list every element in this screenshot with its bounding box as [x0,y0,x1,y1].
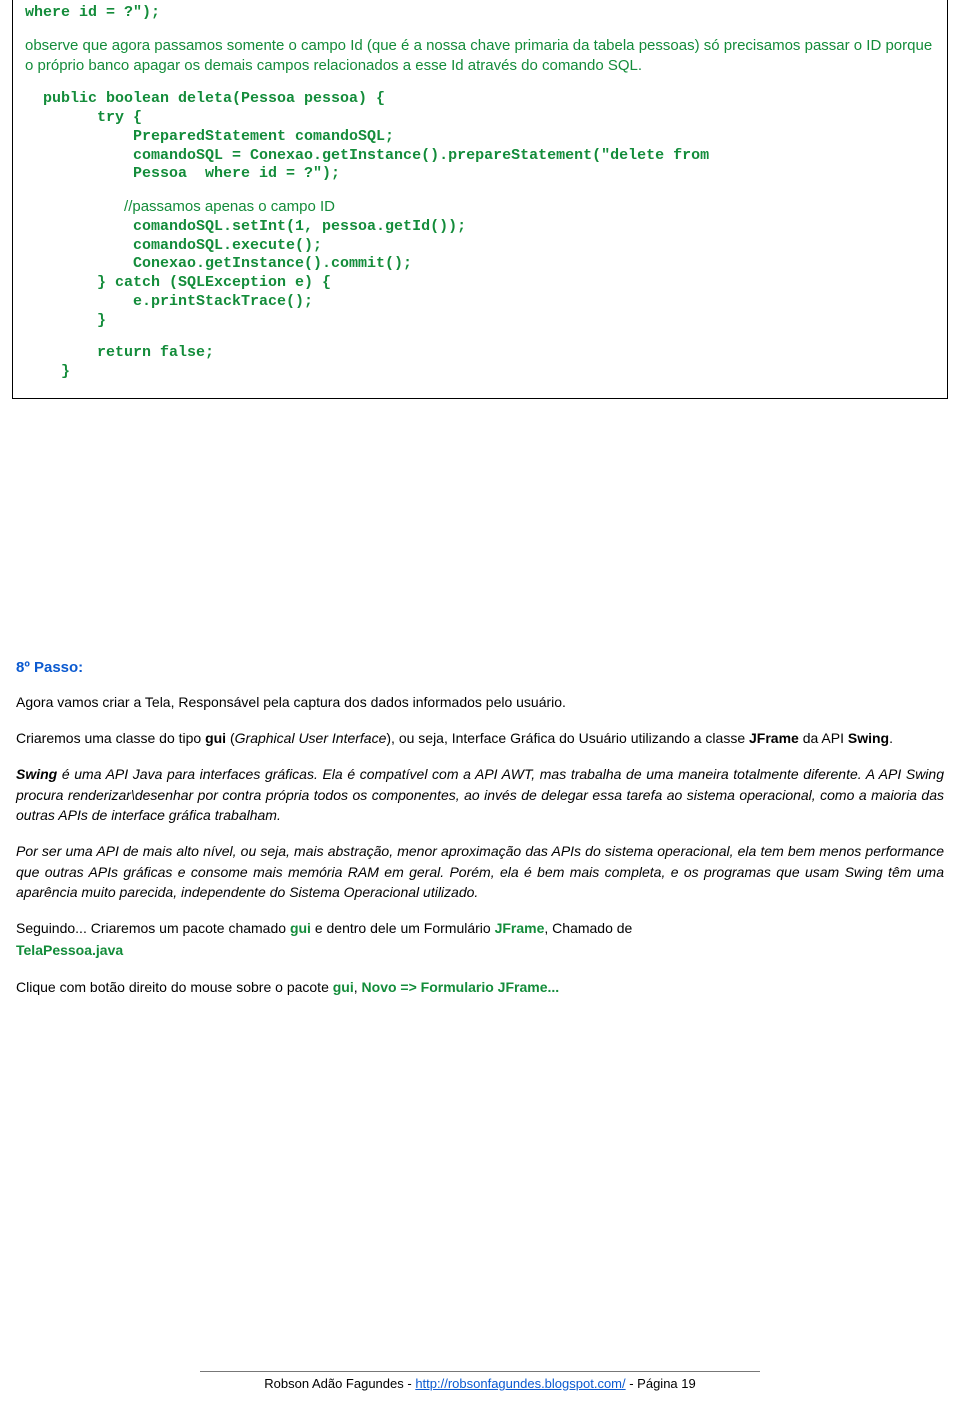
code-text: comandoSQL.execute(); [25,237,935,256]
footer-link[interactable]: http://robsonfagundes.blogspot.com/ [415,1376,625,1391]
code-comment-line: //passamos apenas o campo ID [25,198,935,218]
code-text: Pessoa where id = ?"); [25,165,935,184]
code-text: comandoSQL.setInt(1, pessoa.getId()); [25,218,935,237]
step-heading: 8º Passo: [16,659,944,676]
code-text: try { [25,109,935,128]
page-footer: Robson Adão Fagundes - http://robsonfagu… [0,1371,960,1391]
paragraph: TelaPessoa.java [16,940,944,960]
code-text: return false; [25,344,935,363]
paragraph: Seguindo... Criaremos um pacote chamado … [16,918,944,938]
footer-page-number: - Página 19 [626,1376,696,1391]
code-text: PreparedStatement comandoSQL; [25,128,935,147]
code-text: } [25,312,935,331]
footer-author: Robson Adão Fagundes - [264,1376,415,1391]
paragraph: Criaremos uma classe do tipo gui (Graphi… [16,728,944,748]
document-page: where id = ?"); observe que agora passam… [0,0,960,1411]
code-block: where id = ?"); observe que agora passam… [12,0,948,399]
code-text: where id = ?"); [25,4,935,23]
code-text: } [25,363,935,382]
content-body: 8º Passo: Agora vamos criar a Tela, Resp… [0,659,960,997]
code-text: comandoSQL = Conexao.getInstance().prepa… [25,147,935,166]
code-text: Conexao.getInstance().commit(); [25,255,935,274]
paragraph: Por ser uma API de mais alto nível, ou s… [16,841,944,902]
code-text: public boolean deleta(Pessoa pessoa) { [25,90,935,109]
code-text: e.printStackTrace(); [25,293,935,312]
paragraph: Agora vamos criar a Tela, Responsável pe… [16,692,944,712]
paragraph: Clique com botão direito do mouse sobre … [16,977,944,997]
paragraph: Swing é uma API Java para interfaces grá… [16,764,944,825]
code-observation: observe que agora passamos somente o cam… [25,37,935,77]
footer-divider [200,1371,760,1372]
code-text: } catch (SQLException e) { [25,274,935,293]
